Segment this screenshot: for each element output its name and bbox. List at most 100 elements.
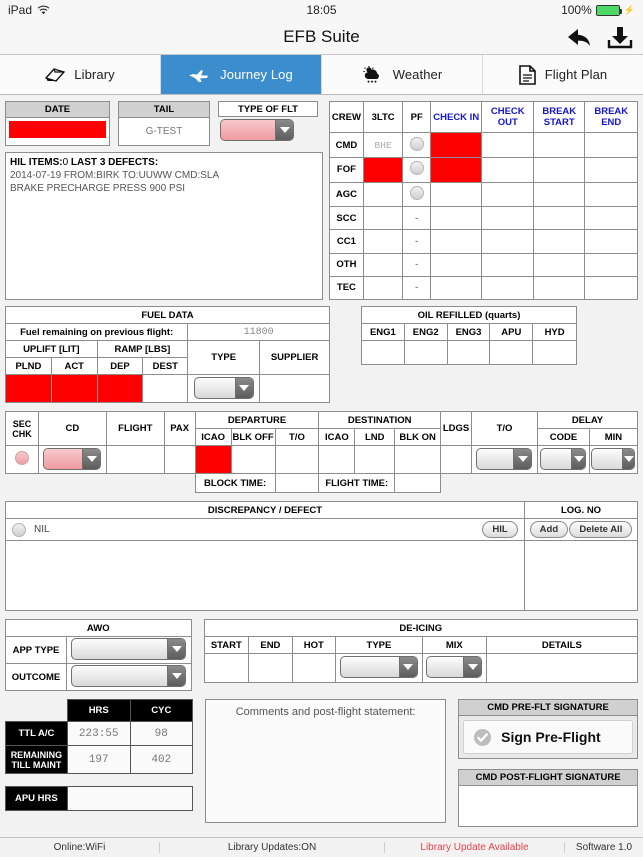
discrepancy-text-area[interactable] xyxy=(4,540,526,611)
radio-icon[interactable] xyxy=(409,185,424,200)
crew-breakend-oth[interactable] xyxy=(584,252,638,277)
sector-cd-cell[interactable] xyxy=(37,445,107,474)
crew-ltc-agc[interactable] xyxy=(362,181,404,208)
sector-to-select[interactable] xyxy=(476,447,533,470)
crew-breakend-agc[interactable] xyxy=(584,181,638,208)
crew-breakstart-tec[interactable] xyxy=(532,275,586,301)
sector-dep-blk-off-input[interactable] xyxy=(230,445,276,474)
fuel-plnd-input[interactable] xyxy=(5,374,52,403)
deicing-type-cell[interactable] xyxy=(335,653,423,683)
oil-eng3-input[interactable] xyxy=(446,340,491,365)
crew-ltc-cc1[interactable] xyxy=(362,229,404,254)
add-button[interactable]: Add xyxy=(529,521,569,538)
deicing-details-input[interactable] xyxy=(485,653,639,683)
back-arrow-icon[interactable] xyxy=(567,27,593,49)
sector-dep-to-input[interactable] xyxy=(274,445,320,474)
fuel-supplier-input[interactable] xyxy=(259,374,330,403)
sector-delay-min-cell[interactable] xyxy=(588,445,639,474)
sector-cd-select[interactable] xyxy=(43,447,102,470)
crew-breakend-cc1[interactable] xyxy=(584,229,638,254)
sector-delay-code-cell[interactable] xyxy=(536,445,590,474)
nil-checkbox[interactable] xyxy=(12,522,26,537)
sector-flight-input[interactable] xyxy=(105,445,165,474)
fuel-type-select[interactable] xyxy=(193,376,254,399)
log-no-text-area[interactable] xyxy=(524,540,638,611)
sector-ldgs-input[interactable] xyxy=(440,445,473,474)
awo-app-type-cell[interactable] xyxy=(66,636,192,664)
deicing-start-input[interactable] xyxy=(203,653,250,683)
crew-ltc-tec[interactable] xyxy=(362,275,404,301)
crew-breakend-tec[interactable] xyxy=(584,275,638,301)
oil-eng2-input[interactable] xyxy=(403,340,448,365)
crew-breakstart-cc1[interactable] xyxy=(532,229,586,254)
deicing-hot-input[interactable] xyxy=(291,653,337,683)
comments-textarea[interactable]: Comments and post-flight statement: xyxy=(205,699,447,823)
crew-breakstart-cmd[interactable] xyxy=(532,132,586,158)
sector-delay-min-select[interactable] xyxy=(591,447,636,470)
sector-dest-blk-on-input[interactable] xyxy=(394,445,442,474)
deicing-mix-cell[interactable] xyxy=(421,653,487,683)
main-tab-bar[interactable]: Library Journey Log Weather Flight Plan xyxy=(0,55,643,95)
crew-ltc-scc[interactable] xyxy=(362,206,404,231)
sector-pax-input[interactable] xyxy=(163,445,196,474)
crew-pf-fof[interactable] xyxy=(402,156,431,183)
sector-sec-chk-cell[interactable] xyxy=(5,445,39,474)
fuel-dep-input[interactable] xyxy=(96,374,144,403)
oil-hyd-input[interactable] xyxy=(532,340,577,365)
crew-checkout-fof[interactable] xyxy=(481,156,534,183)
crew-breakend-scc[interactable] xyxy=(584,206,638,231)
awo-outcome-cell[interactable] xyxy=(66,663,192,691)
radio-icon[interactable] xyxy=(409,161,424,176)
crew-breakstart-scc[interactable] xyxy=(532,206,586,231)
tail-value[interactable]: G-TEST xyxy=(119,118,209,145)
type-of-flt-select[interactable] xyxy=(220,119,294,141)
deicing-type-select[interactable] xyxy=(339,656,418,678)
radio-icon[interactable] xyxy=(14,451,29,465)
crew-breakend-fof[interactable] xyxy=(584,156,638,183)
awo-outcome-select[interactable] xyxy=(71,665,187,687)
tab-flight-plan[interactable]: Flight Plan xyxy=(483,55,643,94)
apu-hrs-input[interactable] xyxy=(66,786,194,811)
download-icon[interactable] xyxy=(607,26,633,50)
tab-library[interactable]: Library xyxy=(0,55,161,94)
sector-to-cell[interactable] xyxy=(471,445,538,474)
hil-button[interactable]: HIL xyxy=(482,521,519,538)
flight-time-value[interactable] xyxy=(394,473,442,493)
crew-checkout-tec[interactable] xyxy=(481,275,534,301)
crew-checkout-agc[interactable] xyxy=(481,181,534,208)
date-input-wrap[interactable] xyxy=(6,118,109,145)
crew-checkin-agc[interactable] xyxy=(429,181,483,208)
crew-checkin-cc1[interactable] xyxy=(429,229,483,254)
oil-eng1-input[interactable] xyxy=(361,340,405,365)
sector-dest-lnd-input[interactable] xyxy=(354,445,396,474)
crew-checkout-scc[interactable] xyxy=(481,206,534,231)
crew-ltc-oth[interactable] xyxy=(362,252,404,277)
fuel-dest-input[interactable] xyxy=(142,374,189,403)
crew-checkin-tec[interactable] xyxy=(429,275,483,301)
crew-ltc-cmd[interactable]: BHE xyxy=(362,132,404,158)
crew-checkin-cmd[interactable] xyxy=(429,132,483,158)
sector-delay-code-select[interactable] xyxy=(540,447,587,470)
crew-checkin-scc[interactable] xyxy=(429,206,483,231)
crew-breakstart-oth[interactable] xyxy=(532,252,586,277)
crew-breakend-cmd[interactable] xyxy=(584,132,638,158)
delete-all-button[interactable]: Delete All xyxy=(569,521,633,538)
crew-ltc-fof[interactable] xyxy=(362,156,404,183)
crew-checkout-cmd[interactable] xyxy=(481,132,534,158)
footer-library-alert[interactable]: Library Update Available xyxy=(385,842,565,853)
crew-breakstart-fof[interactable] xyxy=(532,156,586,183)
crew-checkin-fof[interactable] xyxy=(429,156,483,183)
fuel-type-cell[interactable] xyxy=(187,374,261,403)
post-flight-signature-area[interactable] xyxy=(459,786,637,826)
fuel-act-input[interactable] xyxy=(50,374,98,403)
crew-pf-agc[interactable] xyxy=(402,181,431,208)
crew-pf-cmd[interactable] xyxy=(402,132,431,158)
deicing-end-input[interactable] xyxy=(248,653,293,683)
crew-checkin-oth[interactable] xyxy=(429,252,483,277)
radio-icon[interactable] xyxy=(409,136,424,151)
sector-dest-icao-input[interactable] xyxy=(318,445,356,474)
block-time-value[interactable] xyxy=(274,473,320,493)
crew-breakstart-agc[interactable] xyxy=(532,181,586,208)
date-input[interactable] xyxy=(9,121,106,138)
crew-checkout-cc1[interactable] xyxy=(481,229,534,254)
